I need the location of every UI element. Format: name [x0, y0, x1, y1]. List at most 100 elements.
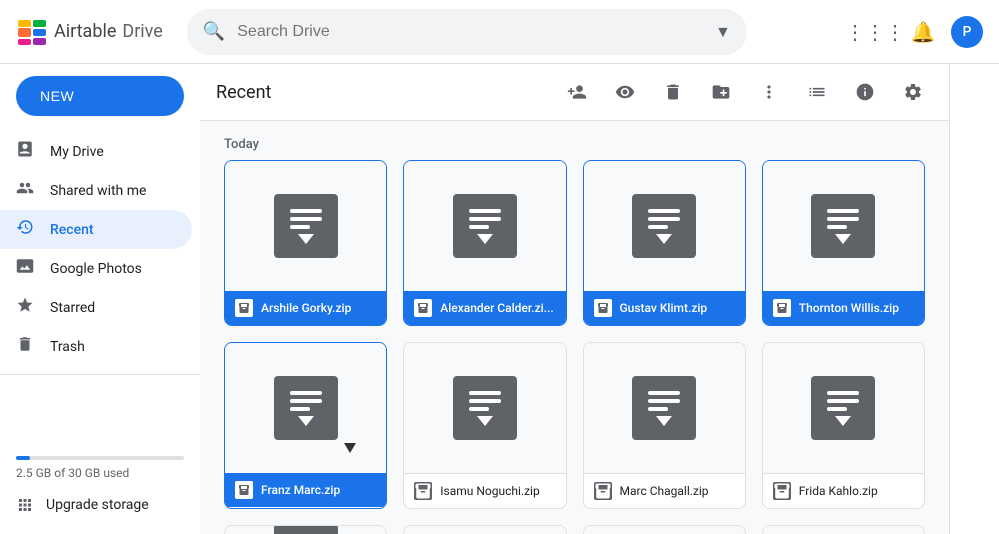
icon-line [648, 217, 680, 221]
search-icon: 🔍 [203, 21, 225, 42]
file-icon-large-1 [274, 194, 338, 258]
notifications-icon-btn[interactable]: 🔔 [903, 12, 943, 52]
icon-line-short [827, 407, 847, 411]
file-preview-8 [763, 343, 924, 473]
app-title: Airtable [54, 21, 116, 42]
shared-icon [16, 179, 34, 202]
sidebar: NEW My Drive Shared with me Recent [0, 64, 200, 534]
icon-arrow [298, 234, 314, 244]
icon-line [290, 391, 322, 395]
file-card-9[interactable] [224, 525, 387, 534]
sidebar-item-recent[interactable]: Recent [0, 210, 192, 249]
icon-line [648, 209, 680, 213]
icon-line [827, 399, 859, 403]
storage-bar-fill [16, 456, 30, 460]
sidebar-item-photos-label: Google Photos [50, 261, 142, 277]
file-preview-7 [584, 343, 745, 473]
more-options-button[interactable] [749, 72, 789, 112]
icon-line [469, 399, 501, 403]
file-label-plain-6: Isamu Noguchi.zip [404, 473, 565, 508]
file-card-11[interactable] [583, 525, 746, 534]
file-name-8: Frida Kahlo.zip [799, 484, 878, 498]
file-card-2[interactable]: Alexander Calder.zi... [403, 160, 566, 326]
list-view-button[interactable] [797, 72, 837, 112]
preview-button[interactable] [605, 72, 645, 112]
icon-arrow [656, 234, 672, 244]
settings-button[interactable] [893, 72, 933, 112]
file-name-2: Alexander Calder.zi... [440, 301, 553, 315]
file-card-8[interactable]: Frida Kahlo.zip [762, 342, 925, 509]
file-preview-9 [225, 526, 386, 534]
new-folder-button[interactable] [701, 72, 741, 112]
search-input[interactable] [237, 23, 703, 41]
file-card-5[interactable]: Franz Marc.zip [224, 342, 387, 509]
file-preview-1 [225, 161, 386, 291]
files-grid-row1: Arshile Gorky.zip [224, 160, 925, 326]
sidebar-item-shared[interactable]: Shared with me [0, 171, 192, 210]
file-label-bar-4: Thornton Willis.zip [763, 291, 924, 325]
apps-icon-btn[interactable]: ⋮⋮⋮ [855, 12, 895, 52]
file-type-icon-5 [235, 481, 253, 499]
file-icon-large-4 [811, 194, 875, 258]
icon-line [827, 217, 859, 221]
delete-button[interactable] [653, 72, 693, 112]
file-type-icon-6 [414, 482, 432, 500]
avatar[interactable]: P [951, 16, 983, 48]
photos-icon [16, 257, 34, 280]
my-drive-icon [16, 140, 34, 163]
search-dropdown-icon[interactable]: ▼ [715, 22, 731, 42]
top-nav: Airtable Drive 🔍 ▼ ⋮⋮⋮ 🔔 P [0, 0, 999, 64]
file-preview-2 [404, 161, 565, 291]
icon-line [290, 217, 322, 221]
file-name-7: Marc Chagall.zip [620, 484, 709, 498]
storage-info: 2.5 GB of 30 GB used [0, 442, 200, 488]
info-button[interactable] [845, 72, 885, 112]
sidebar-item-my-drive[interactable]: My Drive [0, 132, 192, 171]
file-preview-5 [225, 343, 386, 473]
icon-line [827, 209, 859, 213]
icon-line [648, 399, 680, 403]
files-grid-row3 [224, 525, 925, 534]
file-name-3: Gustav Klimt.zip [620, 301, 708, 315]
sidebar-item-shared-label: Shared with me [50, 183, 146, 199]
add-person-button[interactable] [557, 72, 597, 112]
file-name-5: Franz Marc.zip [261, 483, 340, 497]
file-preview-3 [584, 161, 745, 291]
upgrade-label: Upgrade storage [46, 497, 149, 513]
file-card-12[interactable] [762, 525, 925, 534]
file-card-3[interactable]: Gustav Klimt.zip [583, 160, 746, 326]
file-card-4[interactable]: Thornton Willis.zip [762, 160, 925, 326]
icon-line [827, 391, 859, 395]
content-header: Recent [200, 64, 949, 121]
upgrade-storage-button[interactable]: Upgrade storage [0, 488, 192, 522]
file-card-7[interactable]: Marc Chagall.zip [583, 342, 746, 509]
sidebar-item-recent-label: Recent [50, 222, 94, 238]
file-card-6[interactable]: Isamu Noguchi.zip [403, 342, 566, 509]
file-card-10[interactable] [403, 525, 566, 534]
file-label-bar-1: Arshile Gorky.zip [225, 291, 386, 325]
file-type-icon-4 [773, 299, 791, 317]
file-preview-6 [404, 343, 565, 473]
sidebar-item-starred[interactable]: Starred [0, 288, 192, 327]
search-bar[interactable]: 🔍 ▼ [187, 9, 747, 55]
icon-arrow [835, 234, 851, 244]
app-subtitle: Drive [122, 21, 162, 42]
logo-area[interactable]: Airtable Drive [16, 16, 163, 48]
sidebar-item-trash[interactable]: Trash [0, 327, 192, 366]
icon-arrow [477, 234, 493, 244]
icon-line-short [648, 407, 668, 411]
icon-arrow [835, 416, 851, 426]
icon-arrow [298, 416, 314, 426]
file-preview-11 [584, 526, 745, 534]
nav-right: ⋮⋮⋮ 🔔 P [855, 12, 983, 52]
file-label-bar-5: Franz Marc.zip [225, 473, 386, 507]
icon-line [290, 209, 322, 213]
file-type-icon-1 [235, 299, 253, 317]
file-card-1[interactable]: Arshile Gorky.zip [224, 160, 387, 326]
right-panel [949, 64, 999, 534]
icon-arrow [477, 416, 493, 426]
icon-line [469, 391, 501, 395]
file-icon-large-9 [274, 525, 338, 534]
new-button[interactable]: NEW [16, 76, 184, 116]
sidebar-item-photos[interactable]: Google Photos [0, 249, 192, 288]
